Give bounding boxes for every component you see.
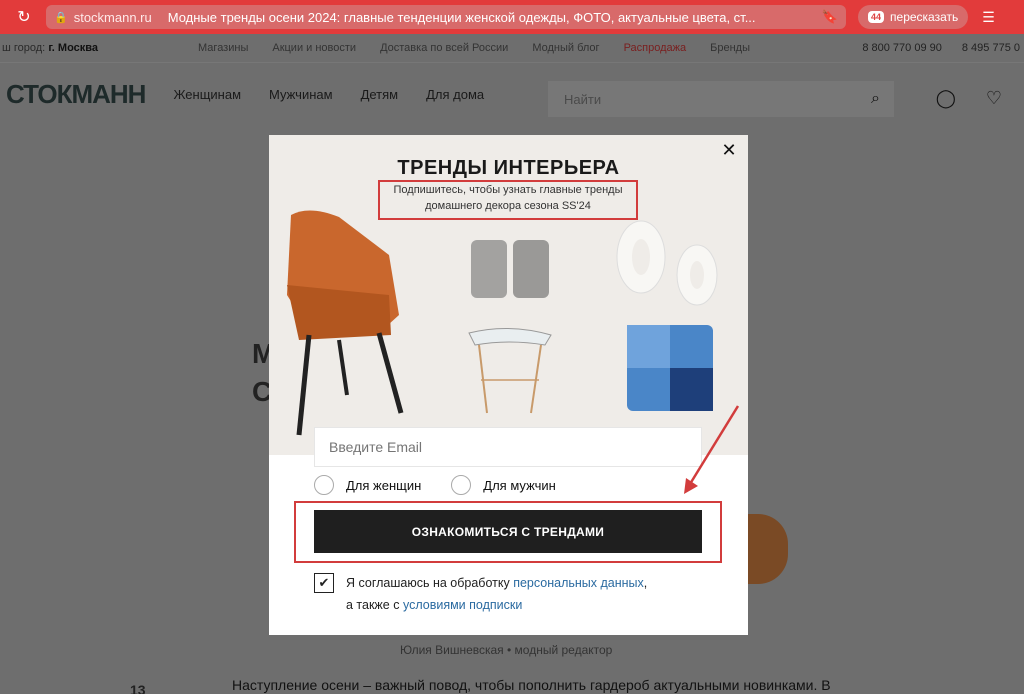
user-icon[interactable]: ◯	[936, 88, 956, 109]
article-date: 13	[130, 682, 146, 694]
reload-icon[interactable]: ↻	[10, 7, 38, 27]
glasses-image	[471, 240, 549, 298]
radio-women-dot[interactable]	[314, 475, 334, 495]
bookmark-icon[interactable]: 🔖	[822, 9, 838, 25]
retell-button[interactable]: 44 пересказать	[858, 5, 969, 29]
retell-label: пересказать	[890, 10, 959, 24]
radio-men-dot[interactable]	[451, 475, 472, 495]
topnav-delivery[interactable]: Доставка по всей России	[380, 42, 508, 54]
table-image	[468, 328, 552, 414]
radio-women-label: Для женщин	[346, 477, 422, 493]
search-input[interactable]: Найти ⌕	[548, 81, 894, 117]
retell-badge: 44	[868, 11, 885, 23]
topnav-blog[interactable]: Модный блог	[532, 42, 599, 54]
site-logo[interactable]: СТОКМАНН	[6, 79, 146, 110]
consent-checkbox[interactable]: ✔	[314, 573, 334, 593]
city-selector[interactable]: ш город: г. Москва	[2, 42, 98, 54]
search-placeholder: Найти	[564, 91, 602, 107]
topnav-stores[interactable]: Магазины	[198, 42, 248, 54]
article-body: Наступление осени – важный повод, чтобы …	[232, 677, 831, 693]
radio-men-label: Для мужчин	[483, 477, 556, 493]
heart-icon[interactable]: ♡	[986, 88, 1002, 109]
subscribe-modal: ТРЕНДЫ ИНТЕРЬЕРА Подпишитесь, чтобы узна…	[269, 135, 748, 635]
pillow-image	[627, 325, 713, 411]
lock-icon: 🔒	[54, 11, 68, 24]
category-nav: Женщинам Мужчинам Детям Для дома	[173, 87, 484, 102]
tabs-menu-icon[interactable]: ☰	[982, 9, 995, 26]
chair-image	[287, 210, 404, 436]
category-kids[interactable]: Детям	[361, 87, 399, 102]
radio-men[interactable]: Для мужчин	[451, 475, 556, 495]
search-icon[interactable]: ⌕	[871, 90, 880, 108]
topnav-promos[interactable]: Акции и новости	[272, 42, 356, 54]
phone-2[interactable]: 8 495 775 0	[962, 42, 1020, 54]
radio-women[interactable]: Для женщин	[314, 475, 421, 495]
article-author: Юлия Вишневская • модный редактор	[400, 643, 613, 657]
email-field[interactable]	[314, 427, 702, 467]
subscription-terms-link[interactable]: условиями подписки	[403, 598, 522, 612]
personal-data-link[interactable]: персональных данных	[513, 576, 644, 590]
address-bar[interactable]: 🔒 stockmann.ru Модные тренды осени 2024:…	[46, 5, 846, 29]
category-men[interactable]: Мужчинам	[269, 87, 333, 102]
consent-row: ✔ Я соглашаюсь на обработку персональных…	[314, 572, 647, 616]
phone-1[interactable]: 8 800 770 09 90	[862, 42, 942, 54]
vases-image	[616, 220, 718, 306]
phones: 8 800 770 09 90 8 495 775 0	[862, 42, 1024, 54]
background-image-fragment	[748, 514, 788, 584]
url-domain: stockmann.ru	[73, 9, 152, 25]
category-home[interactable]: Для дома	[426, 87, 484, 102]
page-title: Модные тренды осени 2024: главные тенден…	[167, 9, 756, 25]
modal-title: ТРЕНДЫ ИНТЕРЬЕРА	[397, 157, 620, 179]
consent-text: Я соглашаюсь на обработку персональных д…	[346, 576, 648, 612]
gender-radio-group: Для женщин Для мужчин	[314, 475, 556, 495]
topnav-sale[interactable]: Распродажа	[624, 42, 687, 54]
category-women[interactable]: Женщинам	[173, 87, 241, 102]
annotation-highlight-subtitle	[378, 180, 638, 220]
close-icon[interactable]: ✕	[718, 139, 740, 161]
top-nav: Магазины Акции и новости Доставка по все…	[198, 42, 774, 54]
subscribe-button[interactable]: ОЗНАКОМИТЬСЯ С ТРЕНДАМИ	[314, 510, 702, 553]
top-info-bar: ш город: г. Москва Магазины Акции и ново…	[0, 34, 1024, 62]
topnav-brands[interactable]: Бренды	[710, 42, 750, 54]
header-icons: ◯ ♡	[936, 88, 1002, 109]
modal-hero: ТРЕНДЫ ИНТЕРЬЕРА Подпишитесь, чтобы узна…	[269, 135, 748, 455]
browser-toolbar: ↻ 🔒 stockmann.ru Модные тренды осени 202…	[0, 0, 1024, 34]
